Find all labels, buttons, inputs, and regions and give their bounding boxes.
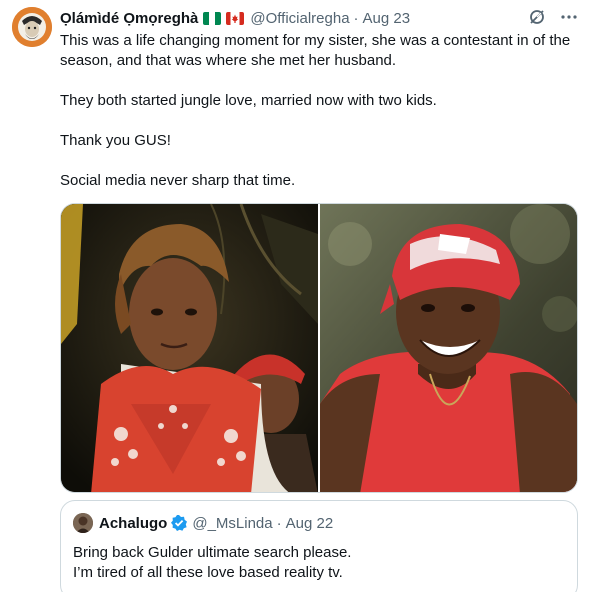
quoted-author-display-name[interactable]: Achalugo [99,515,167,532]
author-avatar[interactable] [12,7,52,47]
quoted-text-line: I’m tired of all these love based realit… [73,564,343,581]
photo-woman-red-scarf[interactable] [61,204,318,492]
more-icon[interactable] [560,8,578,26]
verified-badge-icon [170,514,188,532]
tweet[interactable]: Ọlámìdé Ọmọreghà @Officialregha · Aug 23… [0,0,594,592]
quoted-tweet-text: Bring back Gulder ultimate search please… [73,543,565,583]
separator-dot: · [353,9,359,27]
quoted-author-handle[interactable]: @_MsLinda [192,515,272,532]
canada-flag-icon [226,11,245,25]
photo-man-red-cap[interactable] [320,204,577,492]
tweet-paragraph: This was a life changing moment for my s… [60,32,571,69]
quoted-author-avatar[interactable] [73,513,93,533]
nigeria-flag-icon [203,11,222,25]
tweet-media [60,203,578,493]
quoted-text-line: Bring back Gulder ultimate search please… [73,544,352,561]
tweet-text: This was a life changing moment for my s… [60,31,575,191]
header-actions [528,8,578,26]
quoted-tweet-header: Achalugo @_MsLinda · Aug 22 [73,513,565,533]
tweet-paragraph: They both started jungle love, married n… [60,92,437,109]
tweet-paragraph: Thank you GUS! [60,132,171,149]
tweet-date[interactable]: Aug 23 [363,10,411,27]
tweet-header: Ọlámìdé Ọmọreghà @Officialregha · Aug 23 [60,8,580,28]
author-display-name[interactable]: Ọlámìdé Ọmọreghà [60,10,198,27]
tweet-paragraph: Social media never sharp that time. [60,172,296,189]
quoted-tweet-date[interactable]: Aug 22 [286,515,334,532]
author-handle[interactable]: @Officialregha [250,10,349,27]
separator-dot: · [276,514,282,532]
grok-icon[interactable] [528,8,546,26]
quoted-tweet[interactable]: Achalugo @_MsLinda · Aug 22 Bring back G… [60,500,578,592]
